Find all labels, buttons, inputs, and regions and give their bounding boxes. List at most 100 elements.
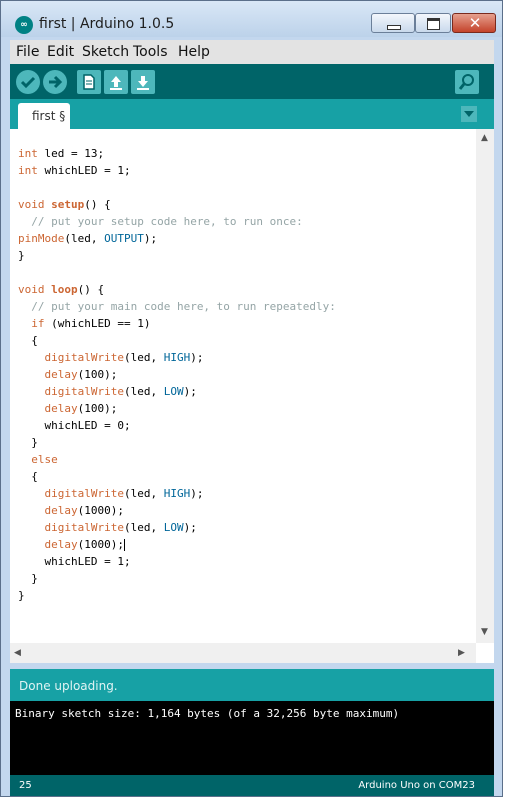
code-line[interactable]: } xyxy=(18,570,38,587)
chevron-down-icon xyxy=(464,111,474,117)
ide-window: ∞ first | Arduino 1.0.5 ✕ File Edit Sket… xyxy=(0,0,503,797)
minimize-button[interactable] xyxy=(371,13,415,33)
code-line[interactable]: // put your setup code here, to run once… xyxy=(18,213,303,230)
code-token: (led, xyxy=(123,351,164,364)
code-token: ); xyxy=(143,232,158,245)
code-line[interactable]: digitalWrite(led, HIGH); xyxy=(18,349,204,366)
code-token: (led, xyxy=(64,232,105,245)
close-button[interactable]: ✕ xyxy=(452,13,496,33)
scroll-right-icon[interactable]: ▶ xyxy=(458,648,465,658)
code-token: digitalWrite xyxy=(44,385,124,398)
board-port-info: Arduino Uno on COM23 xyxy=(358,780,475,791)
close-icon: ✕ xyxy=(468,14,482,32)
code-token: ); xyxy=(183,521,197,534)
code-token: loop xyxy=(51,283,78,296)
serial-monitor-button[interactable] xyxy=(455,70,479,94)
code-line[interactable]: delay(100); xyxy=(18,366,118,383)
maximize-button[interactable] xyxy=(415,13,451,33)
code-line[interactable]: int led = 13; xyxy=(18,145,104,162)
code-line[interactable]: int whichLED = 1; xyxy=(18,162,131,179)
code-token: { xyxy=(18,470,38,483)
code-token: if xyxy=(31,317,45,330)
code-line[interactable]: digitalWrite(led, LOW); xyxy=(18,383,197,400)
save-button[interactable] xyxy=(131,70,155,94)
menu-file[interactable]: File xyxy=(16,44,39,60)
code-line[interactable]: delay(1000); xyxy=(18,502,124,519)
code-line[interactable]: digitalWrite(led, LOW); xyxy=(18,519,197,536)
tab-bar: first § xyxy=(10,99,494,129)
code-token: digitalWrite xyxy=(44,351,124,364)
code-line[interactable]: whichLED = 1; xyxy=(18,553,130,570)
code-token: { xyxy=(18,334,38,347)
code-token: delay xyxy=(44,402,78,415)
code-editor[interactable]: int led = 13; int whichLED = 1; void setup… xyxy=(10,129,494,663)
code-token: led = 13; xyxy=(37,147,105,160)
code-token: ); xyxy=(190,487,204,500)
scroll-left-icon[interactable]: ◀ xyxy=(14,648,21,658)
code-line[interactable]: else xyxy=(18,451,58,468)
serial-monitor-icon xyxy=(458,74,474,90)
code-line[interactable]: delay(1000); xyxy=(18,536,125,553)
code-line[interactable]: { xyxy=(18,468,38,485)
menu-help[interactable]: Help xyxy=(178,44,210,60)
status-bar: Done uploading. xyxy=(10,669,494,701)
verify-button[interactable] xyxy=(16,70,40,94)
code-line[interactable]: digitalWrite(led, HIGH); xyxy=(18,485,204,502)
code-token: HIGH xyxy=(163,487,191,500)
code-line[interactable]: } xyxy=(18,434,38,451)
code-line[interactable]: pinMode(led, OUTPUT); xyxy=(18,230,157,247)
code-line[interactable]: delay(100); xyxy=(18,400,118,417)
title-bar[interactable]: ∞ first | Arduino 1.0.5 ✕ xyxy=(1,1,502,37)
code-token: (100); xyxy=(77,402,118,415)
code-line[interactable]: whichLED = 0; xyxy=(18,417,130,434)
code-line[interactable]: if (whichLED == 1) xyxy=(18,315,150,332)
code-token: (led, xyxy=(123,487,164,500)
menu-tools[interactable]: Tools xyxy=(133,44,168,60)
new-button[interactable] xyxy=(77,70,101,94)
code-token: LOW xyxy=(163,521,184,534)
menu-bar: File Edit Sketch Tools Help xyxy=(10,40,494,64)
upload-icon xyxy=(49,75,63,89)
code-token: // put your main code here, to run repea… xyxy=(31,300,336,313)
open-icon xyxy=(110,76,122,90)
code-token: } xyxy=(18,572,38,585)
menu-sketch[interactable]: Sketch xyxy=(82,44,129,60)
save-icon xyxy=(137,76,149,90)
scroll-up-icon[interactable]: ▲ xyxy=(481,133,488,143)
code-line[interactable]: } xyxy=(18,587,25,604)
vertical-scrollbar[interactable]: ▲ ▼ xyxy=(476,129,494,643)
code-token: LOW xyxy=(163,385,184,398)
code-token: () { xyxy=(84,198,111,211)
code-text-area[interactable]: int led = 13; int whichLED = 1; void setup… xyxy=(18,145,473,635)
line-number: 25 xyxy=(19,780,32,791)
code-token: (1000); xyxy=(77,504,124,517)
footer-bar: 25 Arduino Uno on COM23 xyxy=(10,775,494,796)
code-line[interactable]: void setup() { xyxy=(18,196,111,213)
scroll-down-icon[interactable]: ▼ xyxy=(481,627,488,637)
console-text: Binary sketch size: 1,164 bytes (of a 32… xyxy=(15,707,400,720)
code-token: else xyxy=(31,453,58,466)
code-line[interactable]: void loop() { xyxy=(18,281,104,298)
code-token: pinMode xyxy=(18,232,65,245)
console-output[interactable]: Binary sketch size: 1,164 bytes (of a 32… xyxy=(10,701,494,775)
menu-edit[interactable]: Edit xyxy=(47,44,74,60)
horizontal-scrollbar[interactable]: ◀ ▶ xyxy=(10,643,476,663)
code-token: digitalWrite xyxy=(44,521,124,534)
code-line[interactable]: // put your main code here, to run repea… xyxy=(18,298,336,315)
code-token: (whichLED == 1) xyxy=(44,317,151,330)
open-button[interactable] xyxy=(104,70,128,94)
tab-label: first § xyxy=(32,109,66,123)
code-line[interactable]: } xyxy=(18,247,25,264)
code-token: void xyxy=(18,283,45,296)
maximize-icon xyxy=(427,18,440,30)
upload-button[interactable] xyxy=(43,70,67,94)
minimize-icon xyxy=(387,25,401,30)
code-token: OUTPUT xyxy=(104,232,144,245)
code-line[interactable]: { xyxy=(18,332,38,349)
tab-menu-button[interactable] xyxy=(461,106,477,122)
tab-first[interactable]: first § xyxy=(18,103,70,129)
